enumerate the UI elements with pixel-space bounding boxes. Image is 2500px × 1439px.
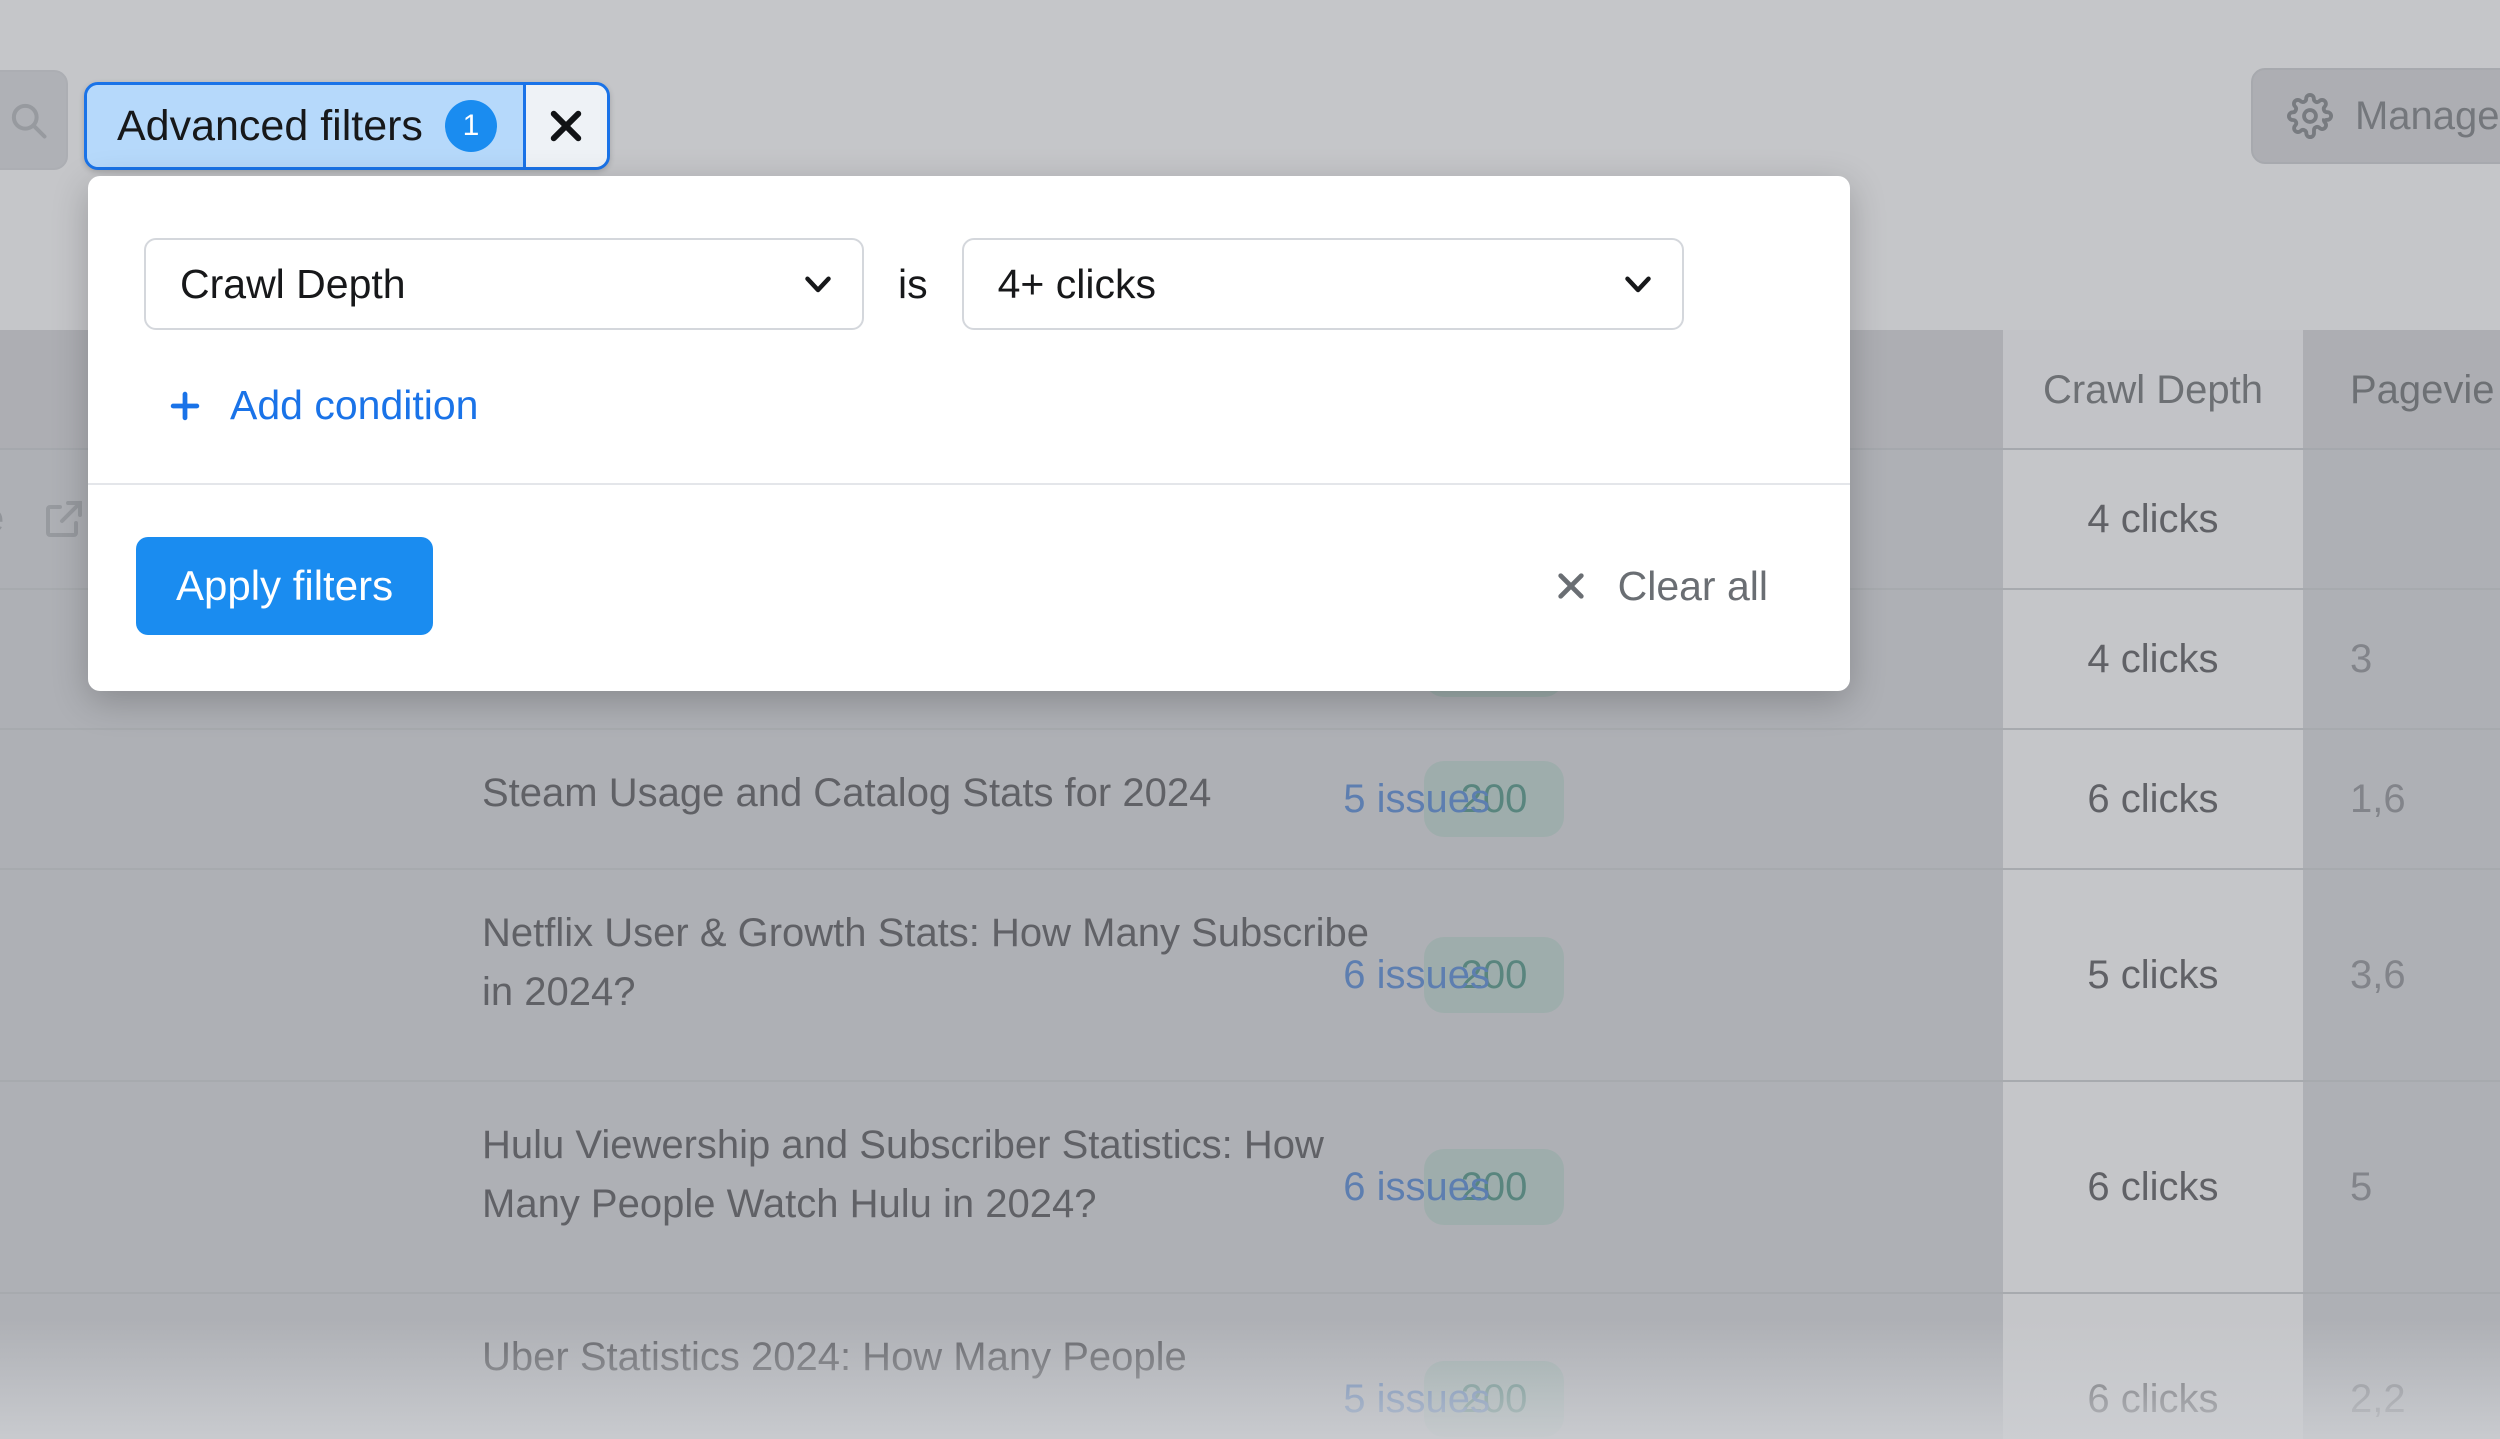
close-icon xyxy=(551,110,582,142)
advanced-filters-toggle[interactable]: Advanced filters 1 xyxy=(87,85,523,167)
cell-crawl-depth: 4 clicks xyxy=(2003,450,2303,588)
advanced-filters-count-badge: 1 xyxy=(444,100,497,152)
cell-issues[interactable]: 6 issues xyxy=(1343,1082,1490,1292)
filter-value-text: 4+ clicks xyxy=(997,260,1156,307)
table-row[interactable]: Steam Usage and Catalog Stats for 2024 2… xyxy=(0,730,2500,870)
cell-issues[interactable]: 5 issues xyxy=(1343,1294,1490,1439)
cell-pageviews: 3 xyxy=(2350,636,2373,681)
cell-pageviews: 1,6 xyxy=(2350,776,2406,821)
search-icon xyxy=(11,103,47,139)
chevron-down-icon xyxy=(1624,276,1651,293)
table-row[interactable]: Uber Statistics 2024: How Many People 20… xyxy=(0,1294,2500,1439)
cell-page-title[interactable]: Steam Usage and Catalog Stats for 2024 xyxy=(482,730,1382,868)
filter-condition-row: Crawl Depth is 4+ clicks xyxy=(144,238,1794,330)
external-link-icon[interactable] xyxy=(40,495,88,543)
cell-pageviews: 3,6 xyxy=(2350,952,2406,997)
filter-field-value: Crawl Depth xyxy=(180,260,406,307)
advanced-filters-label: Advanced filters xyxy=(117,101,423,150)
cell-issues[interactable]: 6 issues xyxy=(1343,870,1490,1080)
cell-crawl-depth: 6 clicks xyxy=(2003,1294,2303,1439)
cell-pageviews: 2,2 xyxy=(2350,1376,2406,1421)
chevron-down-icon xyxy=(805,276,831,293)
add-condition-button[interactable]: Add condition xyxy=(166,382,478,483)
clear-all-button[interactable]: Clear all xyxy=(1552,563,1794,610)
column-header-crawl-depth[interactable]: Crawl Depth xyxy=(2003,330,2303,450)
plus-icon xyxy=(170,391,200,420)
search-button[interactable] xyxy=(0,70,68,170)
cell-page-title[interactable]: Hulu Viewership and Subscriber Statistic… xyxy=(482,1082,1382,1292)
cell-issues[interactable]: 5 issues xyxy=(1343,730,1490,868)
filter-field-select[interactable]: Crawl Depth xyxy=(144,238,864,330)
clear-all-label: Clear all xyxy=(1617,562,1768,609)
cell-crawl-depth: 6 clicks xyxy=(2003,1082,2303,1292)
advanced-filters-popover: Crawl Depth is 4+ clicks Add condition A… xyxy=(88,176,1850,691)
gear-icon xyxy=(2286,93,2333,139)
advanced-filters-close-button[interactable] xyxy=(522,85,607,167)
cell-crawl-depth: 5 clicks xyxy=(2003,870,2303,1080)
cell-crawl-depth: 4 clicks xyxy=(2003,590,2303,728)
table-row[interactable]: Netflix User & Growth Stats: How Many Su… xyxy=(0,870,2500,1082)
popover-body: Crawl Depth is 4+ clicks Add condition xyxy=(88,176,1850,483)
filter-operator-label: is xyxy=(898,260,928,307)
cell-pageviews: 5 xyxy=(2350,1164,2373,1209)
manage-columns-label: Manage colu xyxy=(2354,93,2500,138)
cell-page-title[interactable]: Uber Statistics 2024: How Many People xyxy=(482,1294,1382,1439)
apply-filters-button[interactable]: Apply filters xyxy=(136,537,434,635)
column-header-pageviews[interactable]: Pagevie xyxy=(2350,330,2495,450)
filter-value-select[interactable]: 4+ clicks xyxy=(961,238,1684,330)
popover-footer: Apply filters Clear all xyxy=(88,485,1850,691)
cell-crawl-depth: 6 clicks xyxy=(2003,730,2303,868)
cell-page-title[interactable]: Netflix User & Growth Stats: How Many Su… xyxy=(482,870,1382,1080)
manage-columns-button[interactable]: Manage colu xyxy=(2250,68,2500,164)
table-row[interactable]: Hulu Viewership and Subscriber Statistic… xyxy=(0,1082,2500,1294)
row-url-fragment: e xyxy=(0,497,4,542)
screen-root: Manage colu Issues Crawl Depth Pagevie e xyxy=(0,0,2500,1439)
advanced-filters-pill[interactable]: Advanced filters 1 xyxy=(84,82,610,170)
add-condition-label: Add condition xyxy=(230,382,479,428)
close-icon xyxy=(1557,573,1584,599)
